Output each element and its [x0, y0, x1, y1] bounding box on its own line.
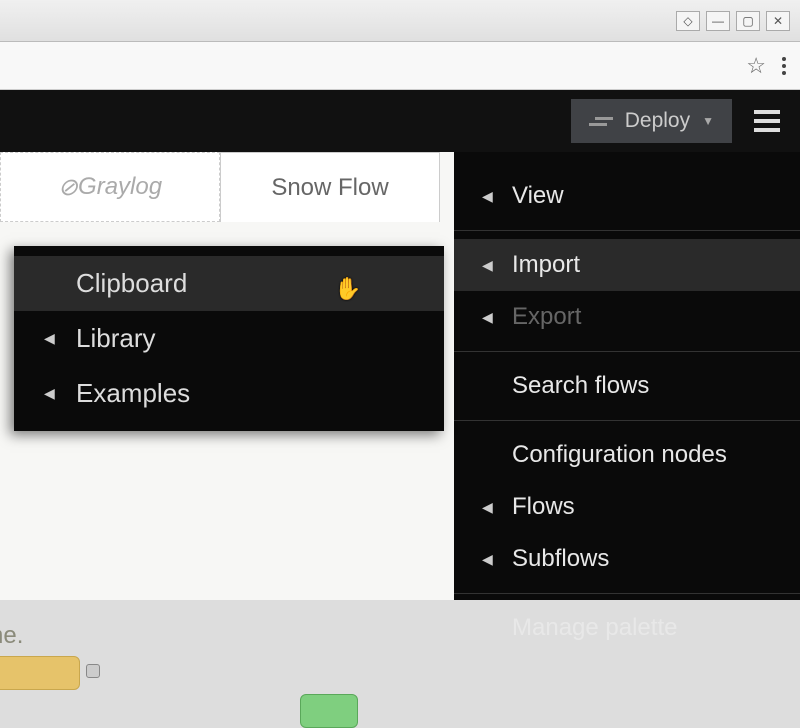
maximize-button[interactable]: ▢ [736, 11, 760, 31]
deploy-label: Deploy [625, 109, 690, 133]
menu-subflows[interactable]: ◀ Subflows [454, 533, 800, 585]
hamburger-menu-icon[interactable] [754, 110, 780, 132]
menu-label: Subflows [512, 545, 609, 573]
flow-node-yellow[interactable] [0, 656, 80, 690]
menu-label: Manage palette [512, 614, 677, 642]
menu-divider [454, 420, 800, 421]
submenu-label: Clipboard [76, 268, 187, 299]
menu-view[interactable]: ◀ View [454, 170, 800, 222]
bookmark-star-icon[interactable]: ☆ [746, 53, 766, 79]
close-window-button[interactable]: ✕ [766, 11, 790, 31]
submenu-examples[interactable]: ◀ Examples [14, 366, 444, 421]
node-output-port[interactable] [86, 664, 100, 678]
menu-label: Export [512, 303, 581, 331]
menu-divider [454, 351, 800, 352]
menu-divider [454, 593, 800, 594]
browser-menu-icon[interactable] [782, 57, 786, 75]
tab-graylog[interactable]: ⊘ Graylog [0, 152, 220, 222]
user-icon[interactable]: ◇ [676, 11, 700, 31]
submenu-arrow-icon: ◀ [44, 330, 58, 347]
menu-search-flows[interactable]: ◀ Search flows [454, 360, 800, 412]
menu-manage-palette[interactable]: ◀ Manage palette [454, 602, 800, 654]
submenu-label: Examples [76, 378, 190, 409]
tab-label: Snow Flow [271, 174, 388, 202]
menu-label: View [512, 182, 564, 210]
deploy-button[interactable]: Deploy ▼ [571, 99, 732, 143]
browser-title-bar: ◇ — ▢ ✕ [0, 0, 800, 42]
submenu-label: Library [76, 323, 155, 354]
menu-import[interactable]: ◀ Import [454, 239, 800, 291]
submenu-arrow-icon: ◀ [482, 257, 496, 274]
submenu-arrow-icon: ◀ [482, 551, 496, 568]
menu-flows[interactable]: ◀ Flows [454, 481, 800, 533]
browser-toolbar: ☆ [0, 42, 800, 90]
menu-divider [454, 230, 800, 231]
submenu-arrow-icon: ◀ [482, 188, 496, 205]
main-dropdown-menu: ◀ View ◀ Import ◀ Export ◀ Search flows … [454, 152, 800, 600]
menu-configuration-nodes[interactable]: ◀ Configuration nodes [454, 429, 800, 481]
submenu-library[interactable]: ◀ Library [14, 311, 444, 366]
chevron-down-icon: ▼ [702, 114, 714, 128]
submenu-arrow-icon: ◀ [482, 309, 496, 326]
menu-export: ◀ Export [454, 291, 800, 343]
submenu-clipboard[interactable]: ◀ Clipboard [14, 256, 444, 311]
menu-label: Configuration nodes [512, 441, 727, 469]
tab-snow-flow[interactable]: Snow Flow [220, 152, 440, 222]
submenu-arrow-icon: ◀ [44, 385, 58, 402]
menu-label: Import [512, 251, 580, 279]
tab-label: Graylog [78, 173, 162, 201]
deploy-icon [589, 117, 613, 126]
flow-tabs: ⊘ Graylog Snow Flow [0, 152, 440, 222]
submenu-arrow-icon: ◀ [482, 499, 496, 516]
import-submenu: ◀ Clipboard ◀ Library ◀ Examples [14, 246, 444, 431]
flow-node-green[interactable] [300, 694, 358, 728]
menu-label: Search flows [512, 372, 649, 400]
minimize-button[interactable]: — [706, 11, 730, 31]
app-header: Deploy ▼ [0, 90, 800, 152]
menu-label: Flows [512, 493, 575, 521]
